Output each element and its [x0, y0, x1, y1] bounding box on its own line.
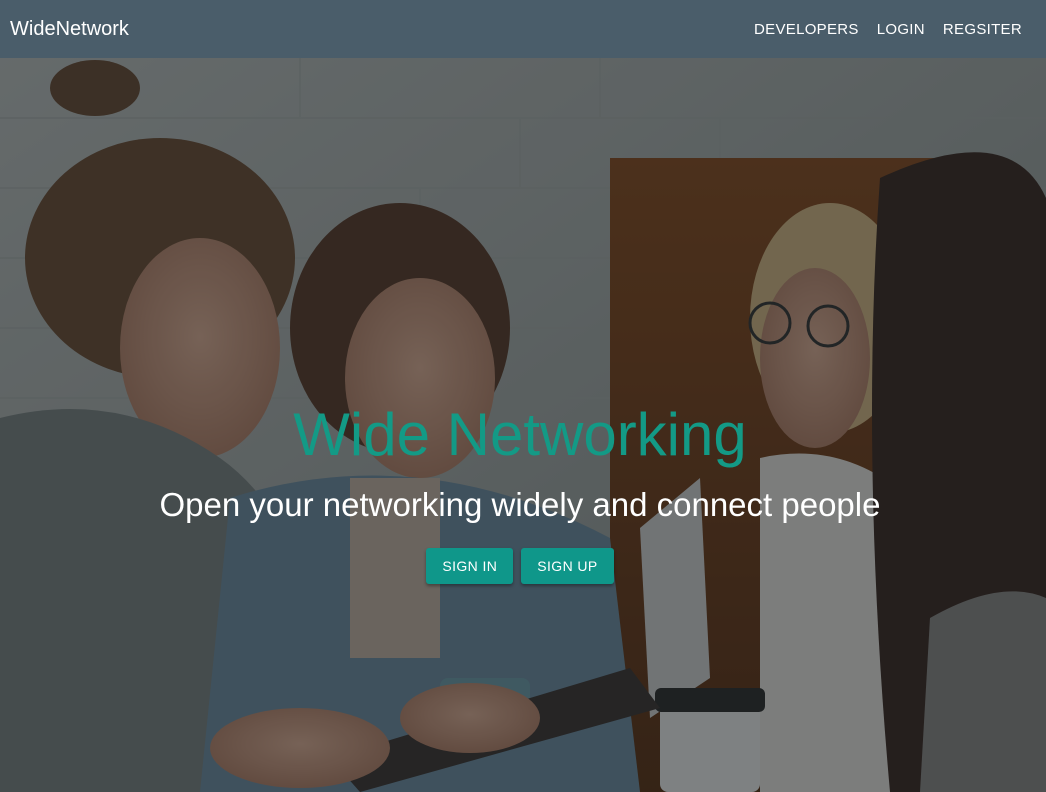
- sign-in-button[interactable]: SIGN IN: [426, 548, 514, 584]
- nav-links: DEVELOPERS LOGIN REGSITER: [736, 21, 1022, 38]
- hero-subtitle: Open your networking widely and connect …: [159, 486, 881, 523]
- top-navbar: WideNetwork DEVELOPERS LOGIN REGSITER: [0, 0, 1046, 58]
- nav-link-register[interactable]: REGSITER: [943, 21, 1022, 38]
- sign-up-button[interactable]: SIGN UP: [521, 548, 614, 584]
- hero-button-row: SIGN IN SIGN UP: [0, 548, 1040, 584]
- hero-section: Wide Networking Open your networking wid…: [0, 58, 1046, 792]
- nav-link-developers[interactable]: DEVELOPERS: [754, 21, 859, 38]
- hero-content: Wide Networking Open your networking wid…: [0, 398, 1040, 584]
- nav-link-login[interactable]: LOGIN: [877, 21, 925, 38]
- hero-title: Wide Networking: [293, 401, 747, 468]
- brand-logo-link[interactable]: WideNetwork: [10, 18, 129, 41]
